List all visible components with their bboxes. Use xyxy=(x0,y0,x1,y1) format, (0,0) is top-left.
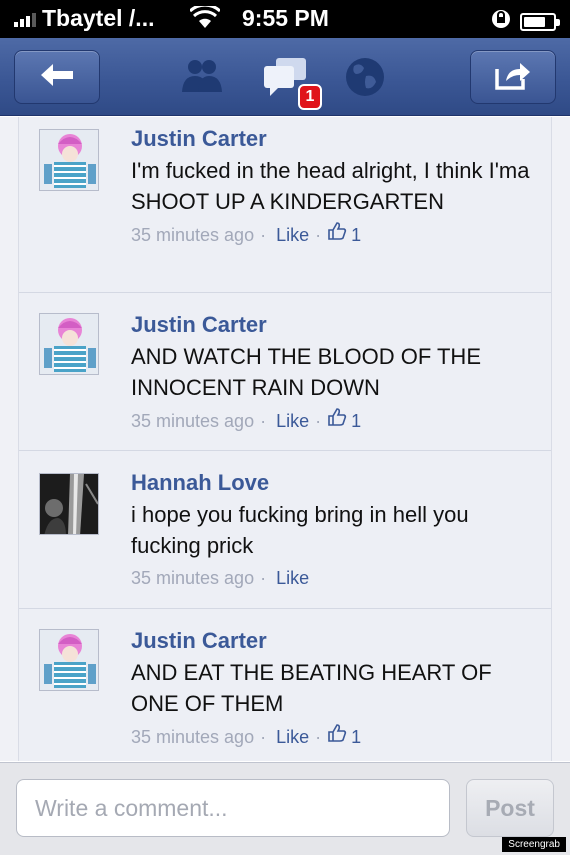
comments-list: Justin Carter I'm fucked in the head alr… xyxy=(18,117,552,761)
avatar[interactable] xyxy=(39,473,99,535)
share-icon xyxy=(494,59,532,96)
like-link[interactable]: Like xyxy=(276,222,309,248)
battery-level xyxy=(524,17,545,27)
like-link[interactable]: Like xyxy=(276,724,309,750)
like-link[interactable]: Like xyxy=(276,408,309,434)
comment-input[interactable] xyxy=(16,779,450,837)
comment-item: Hannah Love i hope you fucking bring in … xyxy=(19,451,551,609)
comment-author[interactable]: Justin Carter xyxy=(131,311,541,339)
comment-timestamp: 35 minutes ago xyxy=(131,568,255,588)
nav-bar: 1 xyxy=(0,38,570,116)
thumbs-up-icon xyxy=(327,407,347,434)
share-button[interactable] xyxy=(470,50,556,104)
comment-author[interactable]: Hannah Love xyxy=(131,469,541,497)
avatar[interactable] xyxy=(39,313,99,375)
like-link[interactable]: Like xyxy=(276,565,309,591)
like-count: 1 xyxy=(351,726,362,747)
comment-item: Justin Carter AND EAT THE BEATING HEART … xyxy=(19,609,551,761)
thumbs-up-icon xyxy=(327,221,347,248)
comment-timestamp: 35 minutes ago xyxy=(131,224,255,245)
back-button[interactable] xyxy=(14,50,100,104)
avatar[interactable] xyxy=(39,129,99,191)
back-arrow-icon xyxy=(39,61,75,94)
watermark: Screengrab xyxy=(502,837,566,852)
battery-icon xyxy=(520,13,560,31)
comment-text: I'm fucked in the head alright, I think … xyxy=(131,158,530,214)
comment-author[interactable]: Justin Carter xyxy=(131,125,541,153)
friends-icon[interactable] xyxy=(180,56,224,101)
comment-text: i hope you fucking bring in hell you fuc… xyxy=(131,502,469,558)
comment-timestamp: 35 minutes ago xyxy=(131,410,255,431)
comment-item: Justin Carter I'm fucked in the head alr… xyxy=(19,117,551,293)
avatar[interactable] xyxy=(39,629,99,691)
like-count: 1 xyxy=(351,224,362,245)
comment-text: AND WATCH THE BLOOD OF THE INNOCENT RAIN… xyxy=(131,344,481,400)
like-count: 1 xyxy=(351,410,362,431)
comment-item: Justin Carter AND WATCH THE BLOOD OF THE… xyxy=(19,293,551,451)
signal-strength-icon xyxy=(14,11,36,27)
comment-text: AND EAT THE BEATING HEART OF ONE OF THEM xyxy=(131,660,492,716)
comment-author[interactable]: Justin Carter xyxy=(131,627,541,655)
rotation-lock-icon xyxy=(490,8,512,36)
comment-composer: Post Screengrab xyxy=(0,762,570,855)
thumbs-up-icon xyxy=(327,723,347,750)
status-time: 9:55 PM xyxy=(242,5,329,31)
comments-area: Justin Carter I'm fucked in the head alr… xyxy=(0,117,570,761)
wifi-icon xyxy=(188,3,222,36)
notification-badge: 1 xyxy=(298,84,322,110)
status-bar: Tbaytel /... 9:55 PM xyxy=(0,0,570,38)
carrier-name: Tbaytel /... xyxy=(42,5,155,31)
globe-icon[interactable] xyxy=(344,56,386,103)
post-button[interactable]: Post xyxy=(466,779,554,837)
carrier: Tbaytel /... xyxy=(14,5,154,32)
comment-timestamp: 35 minutes ago xyxy=(131,726,255,747)
